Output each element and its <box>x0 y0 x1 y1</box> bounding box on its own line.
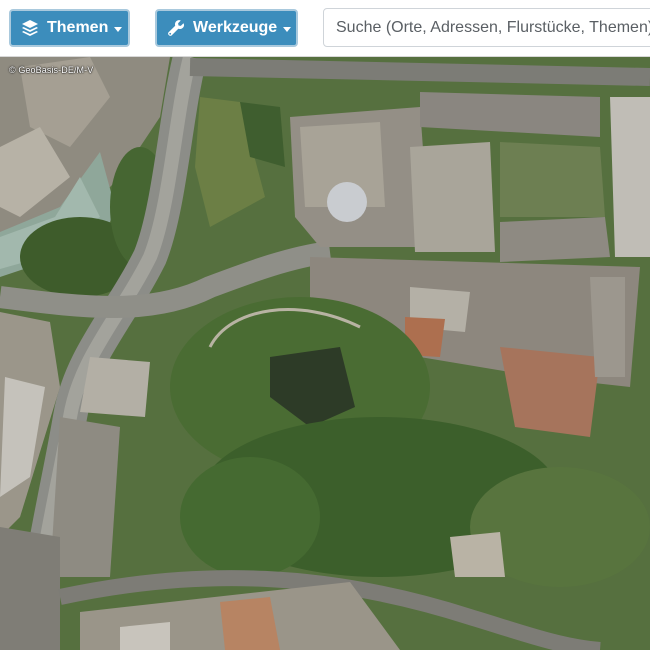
map-attribution: © GeoBasis-DE/M-V <box>9 65 94 75</box>
layers-icon <box>21 19 39 37</box>
wrench-icon <box>167 19 185 37</box>
tools-button-label: Werkzeuge <box>193 19 278 36</box>
caret-down-icon <box>283 26 292 32</box>
search-input[interactable] <box>323 8 650 47</box>
tools-button[interactable]: Werkzeuge <box>155 9 298 47</box>
themes-button-label: Themen <box>47 19 109 36</box>
aerial-map[interactable] <box>0 57 650 650</box>
themes-button[interactable]: Themen <box>9 9 130 47</box>
aerial-imagery <box>0 57 650 650</box>
map-app: Themen Werkzeuge Suche (Orte, Adressen, … <box>0 0 650 650</box>
caret-down-icon <box>114 26 123 32</box>
toolbar: Themen Werkzeuge <box>0 0 650 57</box>
